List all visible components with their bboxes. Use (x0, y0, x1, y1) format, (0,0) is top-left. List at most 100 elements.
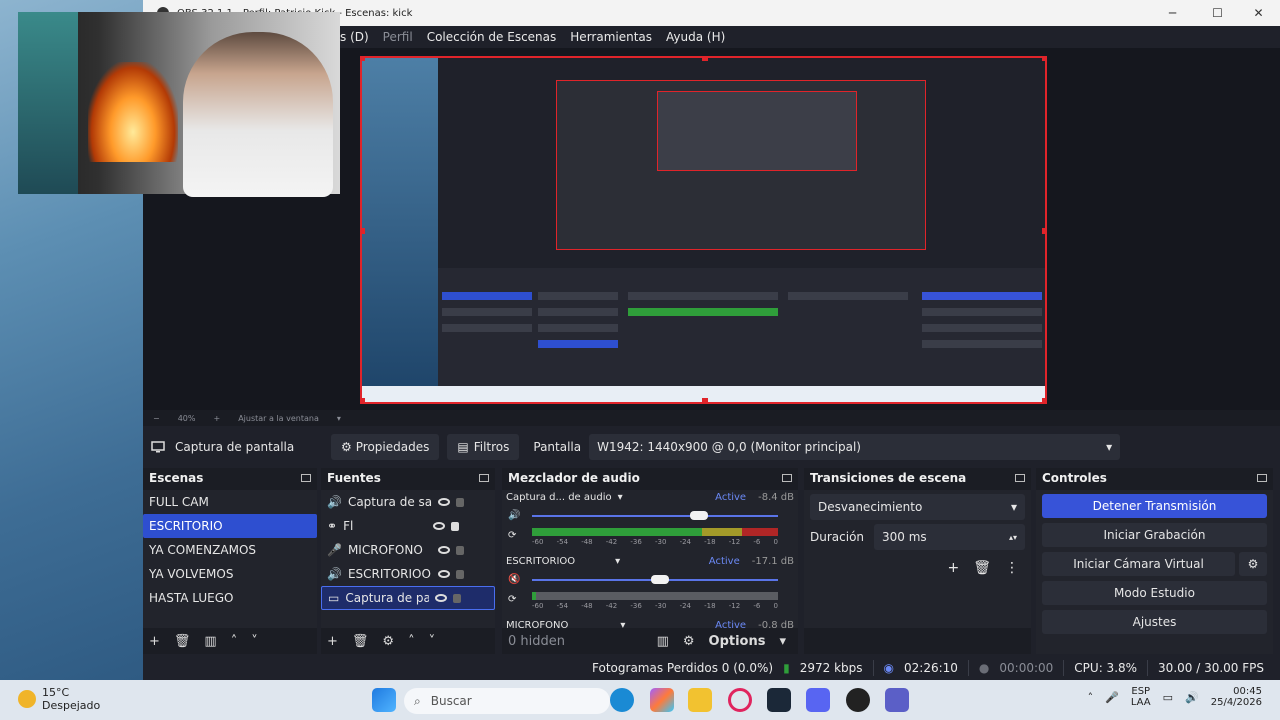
steam-icon[interactable] (767, 688, 791, 712)
virtual-camera-button[interactable]: Iniciar Cámara Virtual (1042, 552, 1235, 576)
volume-knob[interactable] (690, 511, 709, 520)
resize-handle[interactable] (702, 58, 708, 61)
microphone-icon[interactable]: 🎤 (1105, 691, 1119, 704)
close-button[interactable]: ✕ (1238, 0, 1279, 26)
scene-item[interactable]: HASTA LUEGO (143, 586, 317, 610)
trash-icon[interactable]: 🗑 (352, 634, 369, 649)
menu-item-tools[interactable]: Herramientas (570, 30, 652, 44)
scene-item[interactable]: YA COMENZAMOS (143, 538, 317, 562)
minimize-button[interactable]: ─ (1152, 0, 1193, 26)
fit-window-button[interactable]: Ajustar a la ventana (238, 414, 319, 423)
lock-icon[interactable] (453, 593, 462, 603)
scene-filter-icon[interactable]: ▥ (204, 634, 216, 649)
copilot-icon[interactable] (650, 688, 674, 712)
move-down-icon[interactable]: ˅ (251, 634, 258, 649)
network-icon[interactable]: ▭ (1163, 691, 1173, 704)
zoom-out-button[interactable]: − (153, 414, 160, 423)
eye-icon[interactable] (437, 546, 450, 554)
resize-handle[interactable] (1042, 398, 1045, 402)
gear-icon[interactable]: ⚙ (382, 634, 394, 649)
eye-icon[interactable] (437, 570, 450, 578)
zoom-dropdown-icon[interactable]: ▾ (337, 414, 341, 423)
speaker-muted-icon[interactable]: 🔇 (508, 574, 520, 585)
hidden-count[interactable]: 0 hidden (508, 634, 565, 649)
lock-icon[interactable] (451, 521, 460, 531)
trash-icon[interactable]: 🗑 (973, 560, 991, 576)
resize-handle[interactable] (1042, 58, 1045, 61)
resize-handle[interactable] (362, 58, 365, 61)
discord-icon[interactable] (806, 688, 830, 712)
zoom-in-button[interactable]: + (213, 414, 220, 423)
edge-icon[interactable] (610, 688, 634, 712)
language-indicator[interactable]: ESP LAA (1131, 686, 1151, 708)
dock-float-icon[interactable] (1257, 474, 1267, 482)
chevron-down-icon[interactable]: ▾ (618, 492, 623, 503)
duration-input[interactable]: 300 ms ▴▾ (874, 524, 1025, 550)
teams-icon[interactable] (885, 688, 909, 712)
clock[interactable]: 00:45 25/4/2026 (1211, 686, 1262, 708)
source-item[interactable]: 🎤 MICROFONO (321, 538, 495, 562)
move-up-icon[interactable]: ˄ (408, 634, 415, 649)
resize-handle[interactable] (362, 228, 365, 234)
start-recording-button[interactable]: Iniciar Grabación (1042, 523, 1267, 547)
eye-icon[interactable] (435, 594, 448, 602)
move-up-icon[interactable]: ˄ (231, 634, 238, 649)
mixer-gear-icon[interactable]: ⚙ (683, 634, 695, 649)
filters-button[interactable]: ▤ Filtros (447, 434, 520, 460)
scene-item-selected[interactable]: ESCRITORIO (143, 514, 317, 538)
display-select[interactable]: W1942: 1440x900 @ 0,0 (Monitor principal… (589, 434, 1121, 460)
volume-icon[interactable]: 🔊 (1185, 691, 1199, 704)
monitor-audio-icon[interactable]: ⟳ (508, 530, 516, 541)
chevron-down-icon[interactable]: ▾ (620, 620, 625, 628)
dock-float-icon[interactable] (479, 474, 489, 482)
settings-button[interactable]: Ajustes (1042, 610, 1267, 634)
move-down-icon[interactable]: ˅ (429, 634, 436, 649)
file-explorer-icon[interactable] (688, 688, 712, 712)
more-icon[interactable]: ⋮ (1005, 560, 1019, 576)
opera-icon[interactable] (728, 688, 752, 712)
source-item[interactable]: 🔊 ESCRITORIOO (321, 562, 495, 586)
obs-taskbar-icon[interactable] (846, 688, 870, 712)
menu-item-help[interactable]: Ayuda (H) (666, 30, 725, 44)
speaker-icon[interactable]: 🔊 (508, 510, 520, 521)
weather-widget[interactable]: 15°C Despejado (18, 686, 100, 712)
windows-start-icon[interactable] (372, 688, 396, 712)
volume-slider[interactable] (532, 575, 778, 584)
transition-select[interactable]: Desvanecimiento ▾ (810, 494, 1025, 520)
lock-icon[interactable] (455, 545, 464, 555)
add-scene-icon[interactable]: + (149, 634, 160, 649)
menu-item-docks[interactable]: s (D) (340, 30, 369, 44)
add-source-icon[interactable]: + (327, 634, 338, 649)
resize-handle[interactable] (702, 398, 708, 402)
source-item-selected[interactable]: ▭ Captura de pant (321, 586, 495, 610)
mixer-options-button[interactable]: Options (709, 634, 766, 649)
dock-float-icon[interactable] (301, 474, 311, 482)
chevron-down-icon[interactable]: ▾ (779, 634, 786, 649)
lock-icon[interactable] (455, 497, 464, 507)
maximize-button[interactable]: ☐ (1197, 0, 1238, 26)
chevron-up-icon[interactable]: ˄ (1088, 691, 1094, 704)
scene-item[interactable]: FULL CAM (143, 490, 317, 514)
taskbar-search[interactable]: ⌕ Buscar (404, 688, 610, 714)
monitor-audio-icon[interactable]: ⟳ (508, 594, 516, 605)
volume-slider[interactable] (532, 511, 778, 520)
properties-button[interactable]: ⚙ Propiedades (331, 434, 440, 460)
studio-mode-button[interactable]: Modo Estudio (1042, 581, 1267, 605)
chevron-down-icon[interactable]: ▾ (615, 556, 620, 567)
stepper-icon[interactable]: ▴▾ (1009, 533, 1017, 542)
selected-source-capture[interactable] (360, 56, 1047, 404)
lock-icon[interactable] (455, 569, 464, 579)
source-item[interactable]: 🔊 Captura de salic (321, 490, 495, 514)
menu-item-scene-collection[interactable]: Colección de Escenas (427, 30, 557, 44)
dock-float-icon[interactable] (782, 474, 792, 482)
stop-stream-button[interactable]: Detener Transmisión (1042, 494, 1267, 518)
dock-float-icon[interactable] (1015, 474, 1025, 482)
add-transition-icon[interactable]: + (947, 560, 959, 576)
scene-item[interactable]: YA VOLVEMOS (143, 562, 317, 586)
eye-icon[interactable] (433, 522, 446, 530)
resize-handle[interactable] (362, 398, 365, 402)
source-item[interactable]: ⚭ Fl (321, 514, 495, 538)
trash-icon[interactable]: 🗑 (174, 634, 191, 649)
resize-handle[interactable] (1042, 228, 1045, 234)
volume-knob[interactable] (650, 575, 669, 584)
